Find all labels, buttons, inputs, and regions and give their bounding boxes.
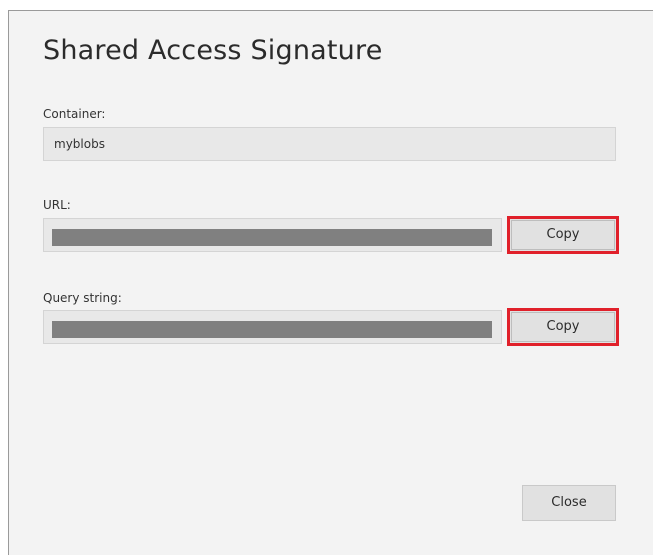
container-field[interactable]: myblobs (43, 127, 616, 161)
query-string-redacted-value (52, 321, 492, 338)
query-string-label: Query string: (43, 291, 122, 305)
container-label: Container: (43, 107, 106, 121)
url-label: URL: (43, 198, 71, 212)
container-value: myblobs (54, 137, 105, 151)
url-copy-button-frame (511, 220, 615, 250)
query-copy-button-frame (511, 312, 615, 342)
query-string-field[interactable] (43, 310, 502, 344)
query-string-copy-button[interactable]: Copy (507, 308, 619, 346)
shared-access-signature-dialog: Shared Access Signature Container: myblo… (8, 10, 653, 555)
close-button[interactable]: Close (522, 485, 616, 521)
close-label: Close (551, 495, 587, 510)
url-redacted-value (52, 229, 492, 246)
dialog-title: Shared Access Signature (43, 35, 383, 66)
url-copy-button[interactable]: Copy (507, 216, 619, 254)
url-field[interactable] (43, 218, 502, 252)
background-window-strip (0, 0, 655, 10)
